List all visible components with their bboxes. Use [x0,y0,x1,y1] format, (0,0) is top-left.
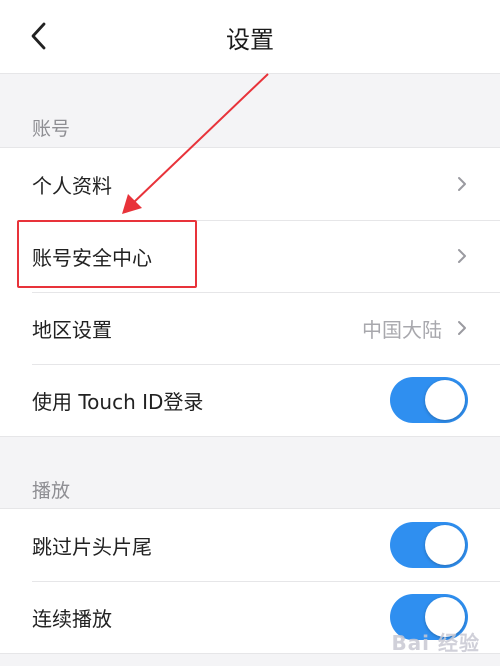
section-header-playback: 播放 [32,480,71,502]
row-account-security-center[interactable]: 账号安全中心 [0,220,500,292]
watermark: Bai 经验 [391,631,480,655]
chevron-right-icon [458,249,466,263]
region-value: 中国大陆 [362,317,442,342]
row-touch-id-login: 使用 Touch ID登录 [0,364,500,436]
row-label: 跳过片头片尾 [32,534,152,559]
account-settings-group: 个人资料 账号安全中心 地区设置 中国大陆 使用 Touch ID登录 [0,147,500,437]
chevron-right-icon [458,177,466,191]
touch-id-toggle[interactable] [390,377,468,423]
toggle-knob [425,380,465,420]
row-skip-intro-outro: 跳过片头片尾 [0,509,500,581]
row-label: 个人资料 [32,173,112,198]
row-label: 账号安全中心 [32,245,152,270]
row-label: 地区设置 [32,317,112,342]
skip-intro-toggle[interactable] [390,522,468,568]
settings-screen: 设置 账号 个人资料 账号安全中心 地区设置 中国大陆 使用 Touch ID登… [0,0,500,666]
row-label: 连续播放 [32,606,112,631]
section-header-account: 账号 [32,118,71,140]
toggle-knob [425,525,465,565]
chevron-right-icon [458,321,466,335]
row-region-settings[interactable]: 地区设置 中国大陆 [0,292,500,364]
row-profile[interactable]: 个人资料 [0,148,500,220]
row-label: 使用 Touch ID登录 [32,389,204,414]
navigation-bar: 设置 [0,0,500,74]
page-title: 设置 [226,26,274,54]
